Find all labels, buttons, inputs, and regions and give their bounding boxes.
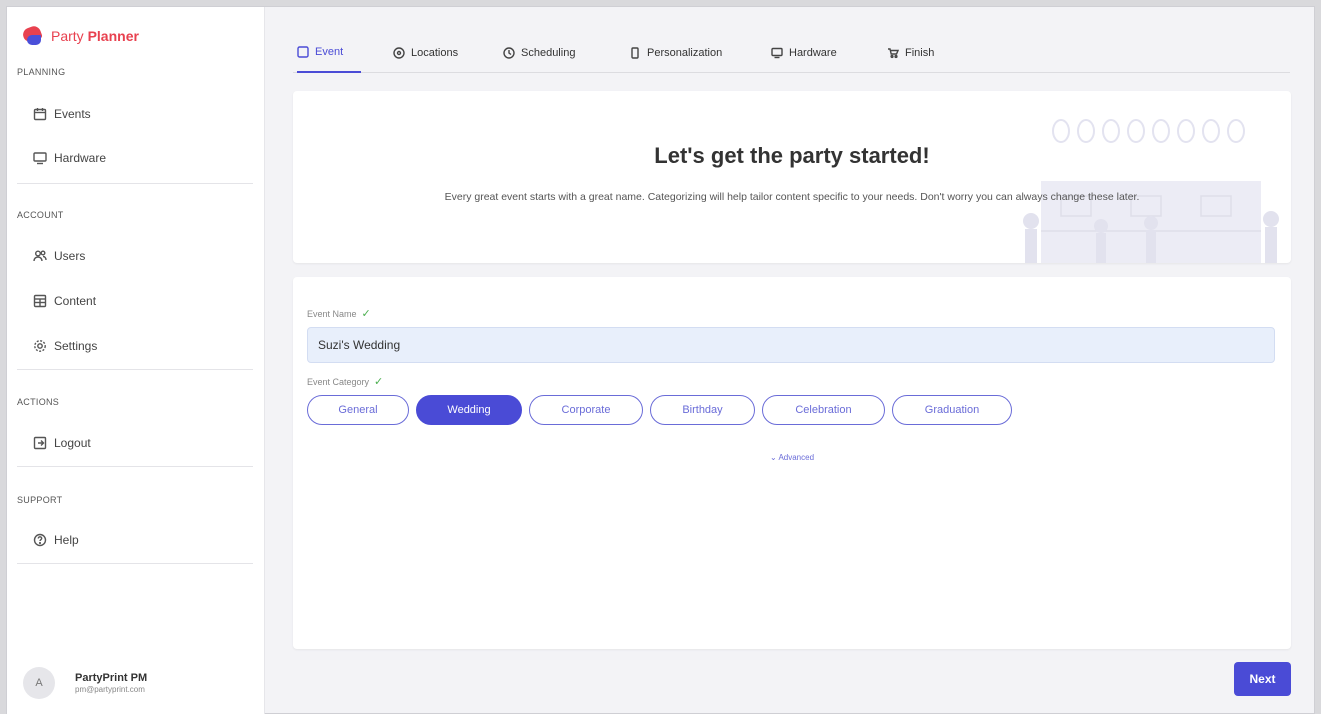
tab-label: Scheduling bbox=[521, 47, 576, 59]
logo-text-planner: Planner bbox=[87, 28, 139, 44]
profile-email: pm@partyprint.com bbox=[75, 685, 145, 694]
hero-subtitle: Every great event starts with a great na… bbox=[444, 191, 1140, 203]
wizard-tabs: Event Locations Scheduling Personalizati… bbox=[293, 33, 1290, 73]
divider bbox=[17, 369, 253, 370]
section-label-actions: ACTIONS bbox=[17, 397, 60, 407]
sidebar-item-label: Content bbox=[54, 294, 97, 308]
tab-label: Personalization bbox=[647, 47, 723, 59]
tab-label: Event bbox=[315, 46, 344, 58]
sidebar-item-label: Settings bbox=[54, 339, 98, 353]
advanced-label: Advanced bbox=[778, 453, 815, 462]
calendar-icon bbox=[33, 108, 47, 121]
tab-locations[interactable]: Locations bbox=[393, 33, 458, 73]
logo-text: Party Planner bbox=[51, 28, 139, 44]
tab-personalization[interactable]: Personalization bbox=[629, 33, 722, 73]
sidebar-item-label: Hardware bbox=[54, 151, 107, 165]
app-window: Party Planner PLANNING Events Hardware A… bbox=[6, 6, 1315, 714]
divider bbox=[17, 563, 253, 564]
sidebar-item-logout[interactable]: Logout bbox=[33, 436, 91, 450]
event-form: Event Name ✓ Event Category ✓ General We… bbox=[293, 277, 1291, 649]
category-chip-corporate[interactable]: Corporate bbox=[529, 395, 643, 425]
sidebar-item-label: Users bbox=[54, 249, 86, 263]
clock-icon bbox=[503, 47, 515, 59]
logo-mark-icon bbox=[21, 24, 45, 47]
profile-name: PartyPrint PM bbox=[75, 672, 148, 684]
sidebar-item-label: Events bbox=[54, 107, 91, 121]
content-icon bbox=[33, 294, 47, 308]
help-icon bbox=[33, 533, 47, 547]
tab-label: Finish bbox=[905, 47, 935, 59]
event-category-label: Event Category ✓ bbox=[307, 375, 383, 388]
tab-label: Locations bbox=[411, 47, 459, 59]
sidebar-item-help[interactable]: Help bbox=[33, 533, 79, 547]
cart-icon bbox=[888, 48, 899, 59]
tab-finish[interactable]: Finish bbox=[887, 33, 934, 73]
tab-scheduling[interactable]: Scheduling bbox=[503, 33, 575, 73]
sidebar-item-settings[interactable]: Settings bbox=[33, 339, 97, 353]
chevron-down-icon: ⌄ bbox=[769, 453, 777, 462]
hero-title: Let's get the party started! bbox=[654, 143, 930, 168]
category-chip-birthday[interactable]: Birthday bbox=[650, 395, 755, 425]
category-chip-celebration[interactable]: Celebration bbox=[762, 395, 885, 425]
sidebar-item-hardware[interactable]: Hardware bbox=[33, 151, 106, 165]
check-icon: ✓ bbox=[361, 308, 371, 320]
category-chip-graduation[interactable]: Graduation bbox=[892, 395, 1012, 425]
event-category-label-text: Event Category bbox=[307, 376, 370, 387]
sidebar-item-label: Logout bbox=[54, 436, 91, 450]
hero-card: Let's get the party started! Every great… bbox=[293, 91, 1291, 263]
check-icon: ✓ bbox=[374, 376, 384, 388]
divider bbox=[17, 466, 253, 467]
event-name-label: Event Name ✓ bbox=[307, 307, 371, 320]
logo[interactable]: Party Planner bbox=[21, 24, 139, 47]
square-icon bbox=[297, 46, 309, 58]
sidebar-item-users[interactable]: Users bbox=[33, 249, 85, 263]
event-name-label-text: Event Name bbox=[307, 308, 357, 319]
avatar: A bbox=[23, 667, 55, 699]
monitor-icon bbox=[771, 47, 783, 59]
pin-icon bbox=[393, 47, 405, 59]
sidebar-item-label: Help bbox=[54, 533, 79, 547]
tab-label: Hardware bbox=[789, 47, 837, 59]
section-label-account: ACCOUNT bbox=[17, 210, 64, 220]
users-icon bbox=[33, 250, 47, 262]
phone-icon bbox=[631, 47, 639, 59]
category-chip-wedding[interactable]: Wedding bbox=[416, 395, 522, 425]
user-profile[interactable]: A PartyPrint PM pm@partyprint.com bbox=[23, 667, 147, 699]
sidebar-item-events[interactable]: Events bbox=[33, 107, 91, 121]
monitor-icon bbox=[33, 152, 47, 165]
divider bbox=[17, 183, 253, 184]
tab-event[interactable]: Event bbox=[297, 33, 361, 73]
tab-hardware[interactable]: Hardware bbox=[771, 33, 837, 73]
gear-icon bbox=[34, 340, 46, 352]
sidebar: Party Planner PLANNING Events Hardware A… bbox=[7, 7, 265, 714]
sidebar-item-content[interactable]: Content bbox=[33, 294, 96, 308]
logo-text-party: Party bbox=[51, 28, 84, 44]
event-name-input[interactable] bbox=[307, 327, 1275, 363]
section-label-planning: PLANNING bbox=[17, 67, 66, 77]
advanced-toggle[interactable]: ⌄ Advanced bbox=[293, 453, 1291, 462]
section-label-support: SUPPORT bbox=[17, 495, 63, 505]
logout-icon bbox=[33, 436, 47, 450]
party-illustration bbox=[1023, 119, 1279, 263]
next-button[interactable]: Next bbox=[1234, 662, 1291, 696]
category-chip-general[interactable]: General bbox=[307, 395, 409, 425]
